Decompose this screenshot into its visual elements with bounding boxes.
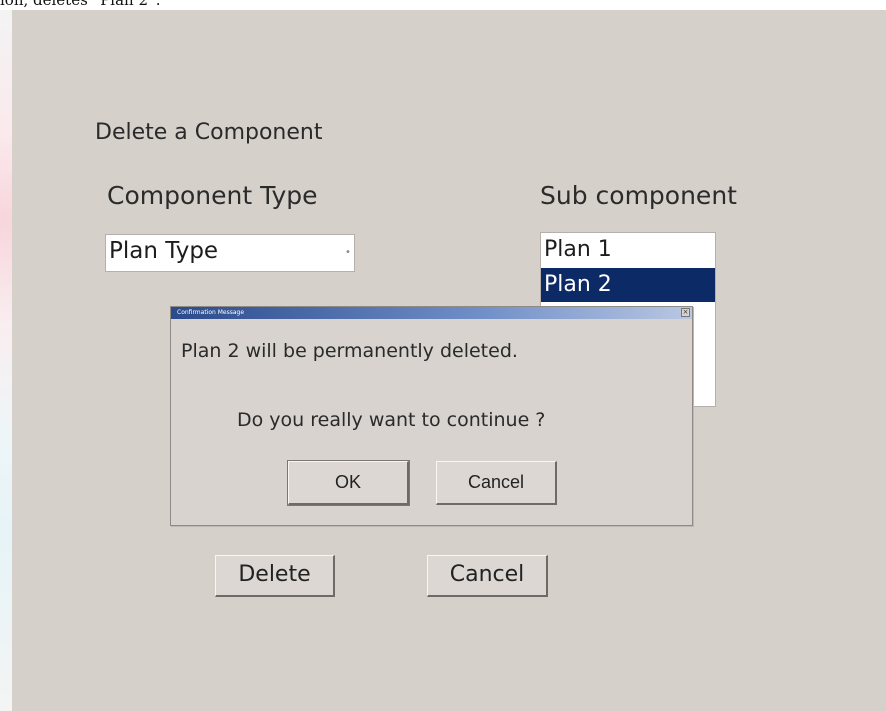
list-item-plan-2[interactable]: Plan 2 (541, 268, 715, 302)
ok-button[interactable]: OK (287, 460, 410, 506)
dialog-message: Plan 2 will be permanently deleted. (181, 340, 518, 362)
page-title: Delete a Component (95, 120, 323, 145)
page-caption: ion, deletes “Plan 2”. (0, 0, 161, 9)
delete-component-window: Delete a Component Component Type Sub co… (12, 10, 886, 711)
dialog-titlebar[interactable]: Confirmation Message × (171, 307, 692, 319)
dialog-cancel-button[interactable]: Cancel (436, 461, 557, 505)
delete-button[interactable]: Delete (215, 555, 335, 597)
dialog-question: Do you really want to continue ? (237, 409, 546, 431)
page-side-decoration (0, 10, 12, 711)
close-icon[interactable]: × (681, 308, 690, 317)
cancel-button[interactable]: Cancel (427, 555, 548, 597)
component-type-select[interactable]: Plan Type • (105, 234, 355, 272)
sub-component-label: Sub component (540, 181, 737, 210)
list-item-plan-1[interactable]: Plan 1 (541, 233, 715, 267)
chevron-down-icon[interactable]: • (344, 243, 352, 263)
component-type-label: Component Type (107, 181, 318, 210)
confirmation-dialog: Confirmation Message × Plan 2 will be pe… (170, 306, 693, 526)
dialog-title: Confirmation Message (177, 309, 245, 316)
component-type-value: Plan Type (109, 238, 219, 264)
